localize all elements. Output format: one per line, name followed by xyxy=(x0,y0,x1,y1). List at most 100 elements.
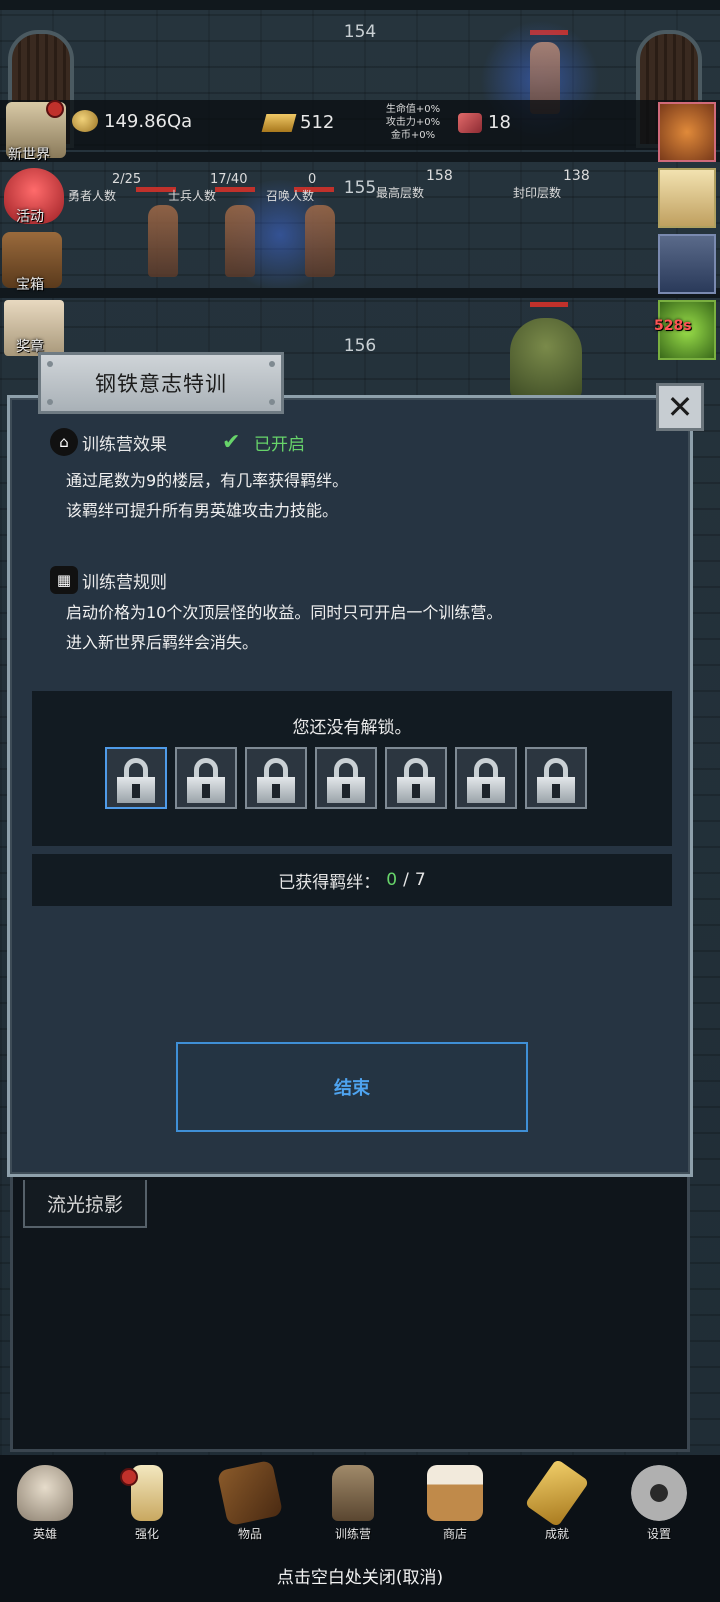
nav-label: 强化 xyxy=(134,1527,159,1541)
keyhole xyxy=(552,784,560,798)
rivet xyxy=(47,399,53,405)
nav-label: 训练营 xyxy=(334,1527,371,1541)
nav-settings[interactable]: 设置 xyxy=(624,1465,694,1542)
lock-slot[interactable] xyxy=(175,747,237,809)
effect-line: 该羁绊可提升所有男英雄攻击力技能。 xyxy=(66,501,339,520)
hp-buff: 生命值+0% xyxy=(385,104,441,115)
floor-divider xyxy=(0,288,720,298)
lock-slot[interactable] xyxy=(245,747,307,809)
ingot-resource: 512 xyxy=(261,112,335,133)
bond-total: 7 xyxy=(414,870,426,890)
stat-label: 最高层数 xyxy=(376,186,425,200)
event-label: 活动 xyxy=(16,209,44,225)
close-icon: ✕ xyxy=(666,388,694,426)
floor-number: 154 xyxy=(343,22,377,42)
modal-title-plate: 钢铁意志特训 xyxy=(38,352,284,414)
modal-title: 钢铁意志特训 xyxy=(95,372,227,396)
beer-mug-icon xyxy=(427,1465,483,1521)
rivet xyxy=(47,361,53,367)
close-hint[interactable]: 点击空白处关闭(取消) xyxy=(0,1563,720,1588)
hero-unit[interactable] xyxy=(305,205,335,277)
lock-slot[interactable] xyxy=(525,747,587,809)
gem-resource: 18 xyxy=(458,112,511,133)
nav-hero[interactable]: 英雄 xyxy=(10,1465,80,1542)
end-button-label: 结束 xyxy=(334,1078,370,1099)
nav-items[interactable]: 物品 xyxy=(215,1459,285,1542)
keyhole xyxy=(132,784,140,798)
bond-label: 已获得羁绊： xyxy=(278,872,381,893)
rules-section-header: ▦ 训练营规则 xyxy=(50,566,167,594)
keyhole xyxy=(482,784,490,798)
stat-summons: 0 召唤人数 xyxy=(266,172,316,204)
gold-ingot-icon xyxy=(261,113,297,132)
gem-amount: 18 xyxy=(488,112,511,133)
keyhole xyxy=(272,784,280,798)
status-text: 已开启 xyxy=(254,435,305,455)
stat-value: 17/40 xyxy=(210,172,248,187)
pumpkin-icon[interactable] xyxy=(658,102,716,162)
nav-label: 物品 xyxy=(237,1527,262,1541)
training-tab[interactable]: 流光掠影 xyxy=(23,1180,147,1228)
new-world-label: 新世界 xyxy=(8,147,50,163)
floor-divider xyxy=(0,0,720,10)
skull-icon xyxy=(17,1465,73,1521)
bond-progress: 已获得羁绊： 0 / 7 xyxy=(32,854,672,906)
stat-value: 158 xyxy=(426,168,453,184)
keyhole xyxy=(412,784,420,798)
checkmark-icon: ✔ xyxy=(222,429,241,455)
keyhole xyxy=(202,784,210,798)
stat-value: 138 xyxy=(563,168,590,184)
notification-dot xyxy=(120,1468,138,1486)
home-icon: ⌂ xyxy=(50,428,78,456)
ingot-amount: 512 xyxy=(300,112,335,133)
notification-dot xyxy=(46,100,64,118)
end-button[interactable]: 结束 xyxy=(176,1042,528,1132)
rules-title: 训练营规则 xyxy=(82,572,167,593)
shield-box-icon[interactable] xyxy=(658,234,716,294)
gear-icon xyxy=(631,1465,687,1521)
ogre-enemy[interactable] xyxy=(510,318,582,400)
lock-slot-row xyxy=(105,747,587,809)
rivet xyxy=(269,399,275,405)
stat-label: 勇者人数 xyxy=(68,189,117,203)
stat-label: 召唤人数 xyxy=(266,189,315,203)
lock-slot[interactable] xyxy=(105,747,167,809)
stat-value: 0 xyxy=(308,172,317,187)
candle-icon[interactable] xyxy=(658,168,716,228)
gold-resource: 149.86Qa xyxy=(72,110,192,132)
lock-slot[interactable] xyxy=(385,747,447,809)
grid-icon: ▦ xyxy=(50,566,78,594)
buff-summary: 生命值+0% 攻击力+0% 金币+0% xyxy=(378,103,448,142)
nav-training-camp[interactable]: 训练营 xyxy=(318,1465,388,1542)
gold-buff: 金币+0% xyxy=(390,130,436,141)
enemy-health-bar xyxy=(530,302,568,307)
nav-label: 成就 xyxy=(544,1527,569,1541)
lock-slot[interactable] xyxy=(315,747,377,809)
stat-label: 士兵人数 xyxy=(168,189,217,203)
effect-line: 通过尾数为9的楼层，有几率获得羁绊。 xyxy=(66,471,349,490)
close-button[interactable]: ✕ xyxy=(656,383,704,431)
lock-slot[interactable] xyxy=(455,747,517,809)
locked-message: 您还没有解锁。 xyxy=(292,718,412,738)
bond-lock-panel: 您还没有解锁。 xyxy=(32,691,672,846)
nav-shop[interactable]: 商店 xyxy=(420,1465,490,1542)
rules-description: 启动价格为10个次顶层怪的收益。同时只可开启一个训练营。 进入新世界后羁绊会消失… xyxy=(66,598,502,658)
meat-gem-icon xyxy=(458,112,482,133)
rivet xyxy=(269,361,275,367)
nav-label: 设置 xyxy=(646,1527,671,1541)
rules-line: 启动价格为10个次顶层怪的收益。同时只可开启一个训练营。 xyxy=(66,603,503,622)
effect-title: 训练营效果 xyxy=(82,434,167,455)
lantern-icon xyxy=(332,1465,374,1521)
gold-coin-icon xyxy=(72,110,98,132)
nav-achievements[interactable]: 成就 xyxy=(522,1458,592,1542)
bond-separator: / xyxy=(403,870,409,890)
atk-buff: 攻击力+0% xyxy=(385,117,441,128)
stat-label: 封印层数 xyxy=(513,186,562,200)
stat-sealed-floor: 138 封印层数 xyxy=(513,168,590,201)
bond-current: 0 xyxy=(386,870,398,890)
stat-heroes: 2/25 勇者人数 xyxy=(68,172,141,204)
chest-label: 宝箱 xyxy=(16,277,44,293)
hero-unit[interactable] xyxy=(225,205,255,277)
hero-unit[interactable] xyxy=(148,205,178,277)
book-icon xyxy=(216,1459,284,1527)
